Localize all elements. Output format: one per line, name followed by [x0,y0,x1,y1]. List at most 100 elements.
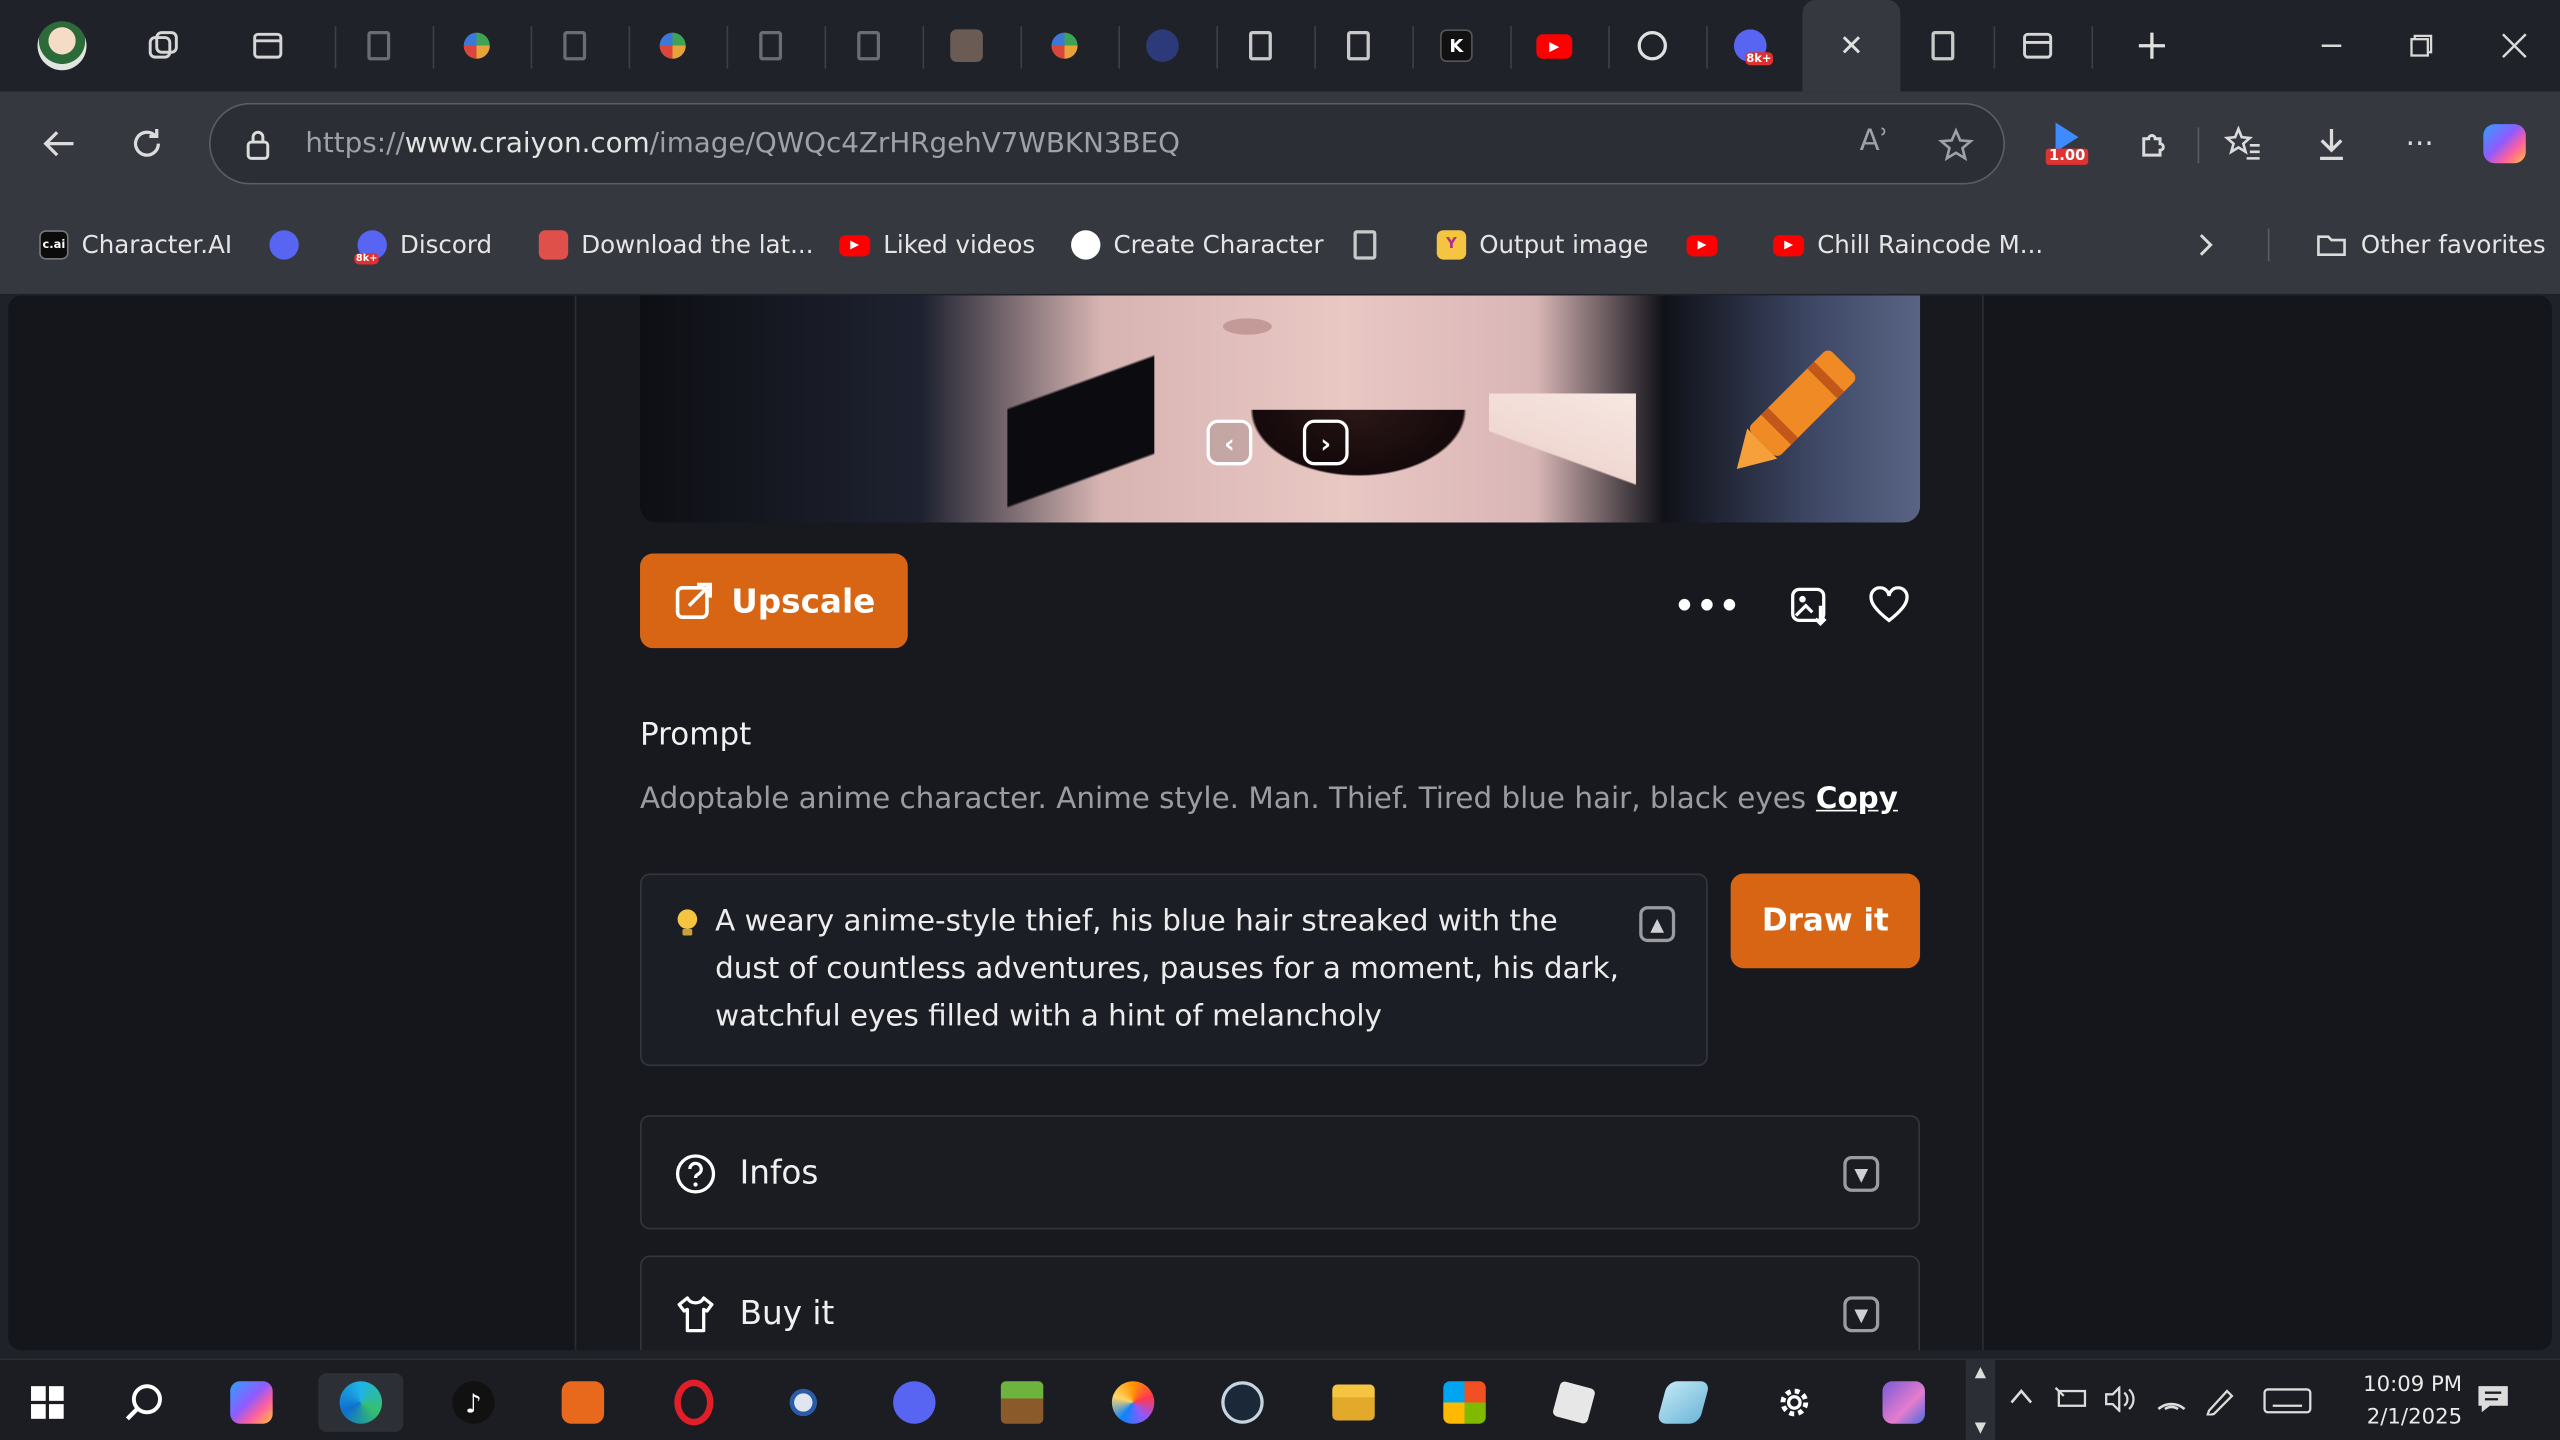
tab-13[interactable]: ▶ [1509,13,1600,78]
taskbar-copilot[interactable] [222,1373,281,1432]
favorite-youtube[interactable]: ▶ [1686,225,1718,264]
extension-button[interactable]: 1.00 [2038,114,2100,173]
keyboard-tray-icon[interactable] [2263,1386,2312,1422]
save-image-button[interactable] [1780,576,1839,635]
copy-prompt-link[interactable]: Copy [1816,782,1898,816]
tab-2[interactable] [431,13,522,78]
copilot-button[interactable] [2475,114,2534,173]
favorite-download-latest[interactable]: Download the lat... [538,225,814,264]
taskbar-roblox[interactable] [1545,1373,1604,1432]
restore-button[interactable] [2376,13,2467,78]
taskbar-store[interactable] [1435,1373,1494,1432]
openai-icon [1071,230,1101,260]
refresh-button[interactable] [118,114,177,173]
tab-5[interactable] [725,13,816,78]
taskbar-firefox[interactable] [1104,1373,1163,1432]
battery-tray-icon[interactable] [2054,1386,2090,1415]
favorite-create-character[interactable]: Create Character [1071,225,1324,264]
tab-15[interactable]: 8k+ [1705,13,1796,78]
minimize-button[interactable] [2286,13,2377,78]
like-button[interactable] [1860,576,1919,635]
pen-tray-icon[interactable] [2204,1386,2237,1422]
new-tab-button[interactable] [2106,13,2197,78]
keyboard-icon [2263,1388,2312,1414]
downloads-button[interactable] [2302,114,2361,173]
favorite-chill-raincode[interactable]: ▶ Chill Raincode M... [1773,225,2043,264]
tab-6[interactable] [823,13,914,78]
favorite-doc[interactable] [1353,225,1377,264]
generated-image[interactable]: ‹ › [640,295,1921,523]
show-hidden-icons[interactable] [2008,1386,2034,1412]
expand-infos-button[interactable]: ▼ [1843,1155,1880,1192]
taskbar-spider-app[interactable] [774,1373,833,1432]
tab-9[interactable] [1117,13,1208,78]
taskbar-scroll[interactable]: ▲ ▼ [1965,1360,1996,1440]
tab-18[interactable] [1992,13,2083,78]
tiktok-icon: ♪ [452,1381,495,1424]
infos-accordion[interactable]: Infos ▼ [640,1115,1921,1230]
tab-4[interactable] [627,13,718,78]
profile-avatar[interactable] [33,13,92,78]
favorites-bar: c.ai Character.AI 8k+ Discord Download t… [0,195,2560,294]
more-options-button[interactable]: ••• [1674,576,1740,635]
roblox-icon [1551,1380,1596,1425]
taskbar-game-avatar[interactable] [1874,1373,1933,1432]
settings-menu-button[interactable]: ··· [2390,114,2449,173]
taskbar-file-explorer[interactable] [1324,1373,1383,1432]
taskbar-edge[interactable] [318,1373,404,1432]
url-text[interactable]: https://www.craiyon.com/image/QWQc4ZrHRg… [305,127,1180,160]
read-aloud-icon[interactable]: Aʾ [1860,124,1889,158]
tab-8[interactable] [1019,13,1110,78]
favorite-discord[interactable]: 8k+ Discord [354,225,492,265]
edge-icon [339,1381,383,1424]
tab-3[interactable] [529,13,620,78]
taskbar-search-button[interactable] [116,1373,175,1432]
taskbar-settings[interactable] [1765,1373,1824,1432]
expand-buy-button[interactable]: ▼ [1843,1296,1880,1333]
volume-tray-icon[interactable] [2103,1385,2139,1419]
taskbar-discord[interactable] [885,1373,944,1432]
buy-it-accordion[interactable]: Buy it ▼ [640,1255,1921,1351]
back-button[interactable] [29,114,88,173]
tab-1[interactable] [333,13,424,78]
previous-image-button[interactable]: ‹ [1206,419,1253,466]
next-image-button[interactable]: › [1302,419,1349,466]
notifications-button[interactable] [2475,1383,2511,1422]
tab-active-craiyon[interactable]: ✕ [1802,0,1901,92]
other-favorites-folder[interactable]: Other favorites [2315,225,2546,264]
chevron-up-icon [2010,1389,2033,1404]
upscale-button[interactable]: Upscale [640,553,908,649]
close-tab-icon[interactable]: ✕ [1839,29,1864,63]
taskbar-app-orange[interactable] [553,1373,612,1432]
favorite-output-image[interactable]: Y Output image [1436,225,1648,264]
favorite-character-ai[interactable]: c.ai Character.AI [39,225,232,264]
extensions-button[interactable] [2126,114,2185,173]
taskbar-opera[interactable] [665,1373,724,1432]
start-button[interactable] [18,1373,77,1432]
taskbar-notepad[interactable] [1654,1373,1713,1432]
system-clock[interactable]: 10:09 PM 2/1/2025 [2315,1370,2462,1435]
tab-10[interactable] [1215,13,1306,78]
lock-icon[interactable] [243,129,272,162]
tab-14[interactable] [1607,13,1698,78]
favorite-discord-icon-only[interactable] [269,225,299,264]
wifi-tray-icon[interactable] [2155,1386,2188,1419]
tab-11[interactable] [1313,13,1404,78]
close-window-button[interactable] [2469,13,2560,78]
favorite-star-icon[interactable] [1938,127,1974,163]
favorites-button[interactable] [2214,114,2273,173]
favorite-liked-videos[interactable]: ▶ Liked videos [839,225,1035,264]
taskbar-tiktok[interactable]: ♪ [444,1373,503,1432]
taskbar-steam[interactable] [1213,1373,1272,1432]
taskbar-minecraft[interactable] [993,1373,1052,1432]
tab-7[interactable] [921,13,1012,78]
tab-17[interactable] [1897,13,1988,78]
workspaces-button[interactable] [134,13,193,78]
gear-icon [1780,1388,1809,1417]
collapse-enhanced-button[interactable]: ▲ [1639,906,1676,943]
favorites-overflow-button[interactable] [2194,225,2217,264]
tab-12[interactable]: K [1411,13,1502,78]
tab-actions-button[interactable] [238,13,297,78]
address-bar[interactable]: https://www.craiyon.com/image/QWQc4ZrHRg… [208,102,2005,185]
draw-it-button[interactable]: Draw it [1730,873,1921,969]
